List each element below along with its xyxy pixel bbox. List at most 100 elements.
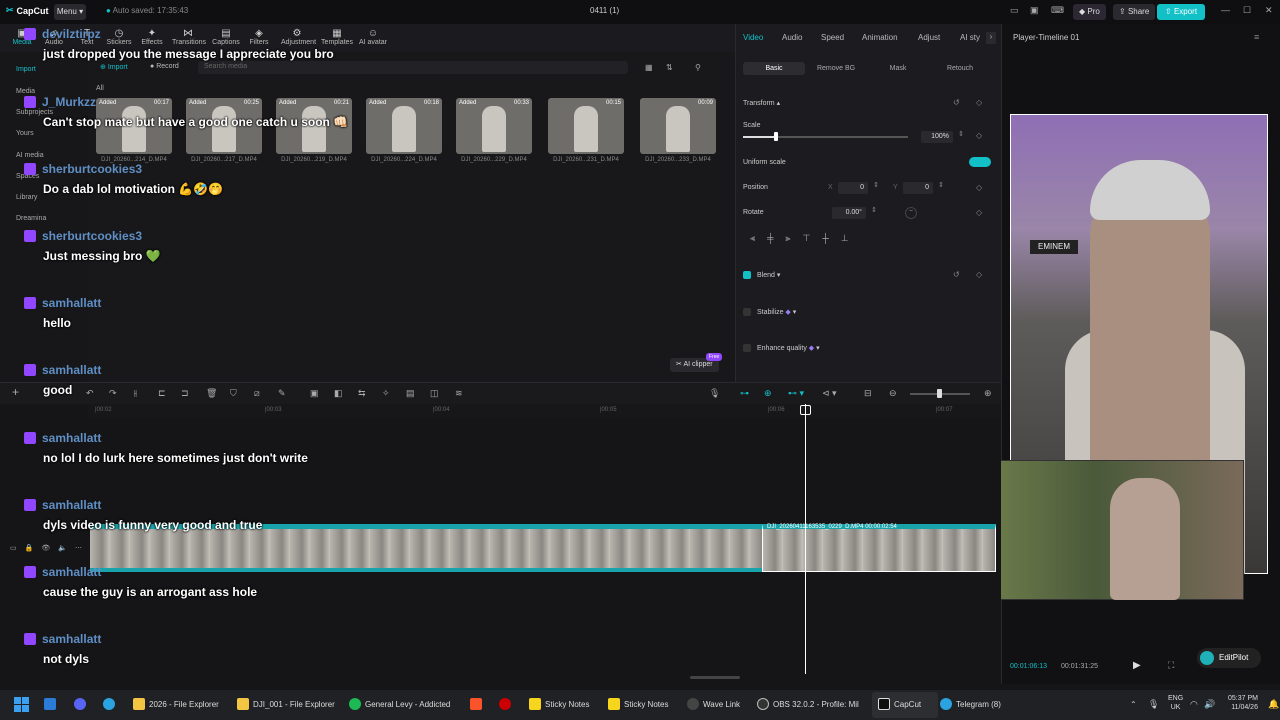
mic-icon[interactable]: 🎙 [709,388,720,399]
windows-start-icon[interactable] [14,697,29,712]
zoom-out-icon[interactable]: ⊖ [889,388,897,399]
delete-icon[interactable]: 🗑 [206,388,217,399]
sidebar-item-yours[interactable]: Yours [16,130,34,137]
split-left-icon[interactable]: ⊏ [158,388,166,399]
sidebar-item-ai-media[interactable]: AI media [16,152,44,159]
tab-ai-style[interactable]: AI sty [960,33,980,42]
media-clip[interactable]: 00:15 [548,98,624,154]
align-right-icon[interactable]: ⫸ [785,233,790,244]
minimize-button[interactable]: — [1221,5,1230,15]
notification-icon[interactable]: 🔔 [1268,699,1279,710]
scale-input[interactable]: 100% [921,131,953,143]
keyframe-icon[interactable]: ◇ [976,270,982,279]
player-menu-icon[interactable]: ≡ [1254,32,1259,42]
media-clip[interactable]: Added 00:33 [456,98,532,154]
toolbar-templates[interactable]: ▦ Templates [321,28,353,46]
timeline-clip-selected[interactable]: DJI_20260411163535_0229_D.MP4 00:00:02:5… [762,524,996,572]
position-x-input[interactable]: 0 [838,182,868,194]
undo-icon[interactable]: ↶ [86,388,94,399]
toolbar-effects[interactable]: ✦ Effects [136,28,168,46]
playhead-handle[interactable] [800,405,811,415]
align-bottom-icon[interactable]: ⊥ [841,233,849,244]
reset-icon[interactable]: ↺ [953,270,960,279]
align-center-icon[interactable]: ╪ [767,233,773,244]
keyframe-icon[interactable]: ◇ [976,183,982,192]
mirror-icon[interactable]: ◧ [334,388,343,399]
fit-timeline-icon[interactable]: ⊟ [864,388,872,399]
visibility-icon[interactable]: 👁 [41,544,50,552]
track-layer-icon[interactable]: ▭ [10,544,17,552]
transform-heading[interactable]: Transform ▴ [743,99,780,107]
sidebar-item-library[interactable]: Library [16,194,37,201]
taskbar-file-explorer-2026[interactable]: 2026 - File Explorer [133,698,219,710]
tab-video[interactable]: Video [743,33,763,42]
keyframe-icon[interactable]: ◇ [976,208,982,217]
view-toggle-icon[interactable]: ▦ [645,63,653,72]
stepper-icon[interactable]: ⇕ [938,181,944,189]
taskbar-sticky-notes-1[interactable]: Sticky Notes [529,698,589,710]
stabilize-heading[interactable]: Stabilize ◆ ▾ [757,308,796,316]
subtab-basic[interactable]: Basic [743,62,805,75]
enhance-heading[interactable]: Enhance quality ◆ ▾ [757,344,820,352]
link-icon[interactable]: ⊶ [740,388,749,399]
close-button[interactable]: ✕ [1265,5,1273,16]
keyframe-icon[interactable]: ◇ [976,131,982,140]
adjust-tool-icon[interactable]: ◫ [430,388,439,399]
language-indicator[interactable]: ENG UK [1168,694,1183,712]
more-icon[interactable]: ⋯ [75,544,82,552]
audio-split-icon[interactable]: ⊲ ▾ [822,388,837,399]
layout-icon-2[interactable]: ▣ [1030,5,1039,16]
playhead[interactable] [805,404,806,674]
layout-icon[interactable]: ▭ [1010,5,1019,16]
toolbar-transitions[interactable]: ⋈ Transitions [172,28,206,46]
preview-axis-icon[interactable]: ⊷ ▾ [788,388,804,399]
toolbar-filters[interactable]: ◈ Filters [243,28,275,46]
mute-icon[interactable]: 🔈 [58,544,67,552]
tray-chevron-icon[interactable]: ⌃ [1130,700,1137,709]
tab-animation[interactable]: Animation [862,33,898,42]
reverse-icon[interactable]: ⇆ [358,388,366,399]
subtab-mask[interactable]: Mask [870,62,926,75]
redo-icon[interactable]: ↷ [109,388,117,399]
uniform-scale-toggle[interactable] [969,157,991,167]
ai-tool-icon[interactable]: ✎ [278,388,286,399]
shortcut-icon[interactable]: ⌨ [1051,5,1064,16]
taskbar-capcut[interactable]: CapCut [878,698,921,710]
taskbar-telegram[interactable]: Telegram (8) [940,698,1001,710]
taskbar-wave-link[interactable]: Wave Link [687,698,740,710]
discord-icon[interactable] [74,698,86,710]
position-y-input[interactable]: 0 [903,182,933,194]
magic-icon[interactable]: ✧ [382,388,390,399]
taskbar-sticky-notes-2[interactable]: Sticky Notes [608,698,668,710]
editpilot-button[interactable]: EditPilot [1197,648,1261,668]
tab-speed[interactable]: Speed [821,33,844,42]
sort-icon[interactable]: ⇅ [666,63,673,72]
share-button[interactable]: ⇪ Share [1113,4,1156,20]
media-clip[interactable]: 00:09 [640,98,716,154]
align-middle-icon[interactable]: ┼ [822,233,828,244]
toolbar-ai-avatar[interactable]: ☺ AI avatar [357,28,389,46]
taskbar-obs[interactable]: OBS 32.0.2 - Profile: Mil [757,698,859,710]
align-top-icon[interactable]: ⊤ [803,233,811,244]
snap-icon[interactable]: ⊕ [764,388,772,399]
timeline-scrollbar[interactable] [690,676,740,679]
tabs-more-icon[interactable]: › [986,32,996,44]
tab-adjust[interactable]: Adjust [918,33,940,42]
all-filter[interactable]: All [96,85,104,92]
sidebar-item-media[interactable]: Media [16,88,35,95]
tab-audio[interactable]: Audio [782,33,802,42]
split-right-icon[interactable]: ⊐ [181,388,189,399]
crop-icon[interactable]: ⧄ [254,388,260,399]
toolbar-adjustment[interactable]: ⚙ Adjustment [281,28,316,46]
blend-checkbox[interactable] [743,271,751,279]
maximize-button[interactable]: ☐ [1243,5,1251,16]
export-button[interactable]: ⇧ Export [1157,4,1206,20]
marker-icon[interactable]: ⛉ [230,388,237,399]
rotate-dial-icon[interactable]: – [905,207,917,219]
stepper-icon[interactable]: ⇕ [958,130,964,138]
record-app-icon[interactable] [499,698,511,710]
enhance-checkbox[interactable] [743,344,751,352]
stepper-icon[interactable]: ⇕ [871,206,877,214]
lock-icon[interactable]: 🔒 [25,544,34,552]
sidebar-item-dreamina[interactable]: Dreamina [16,215,46,222]
